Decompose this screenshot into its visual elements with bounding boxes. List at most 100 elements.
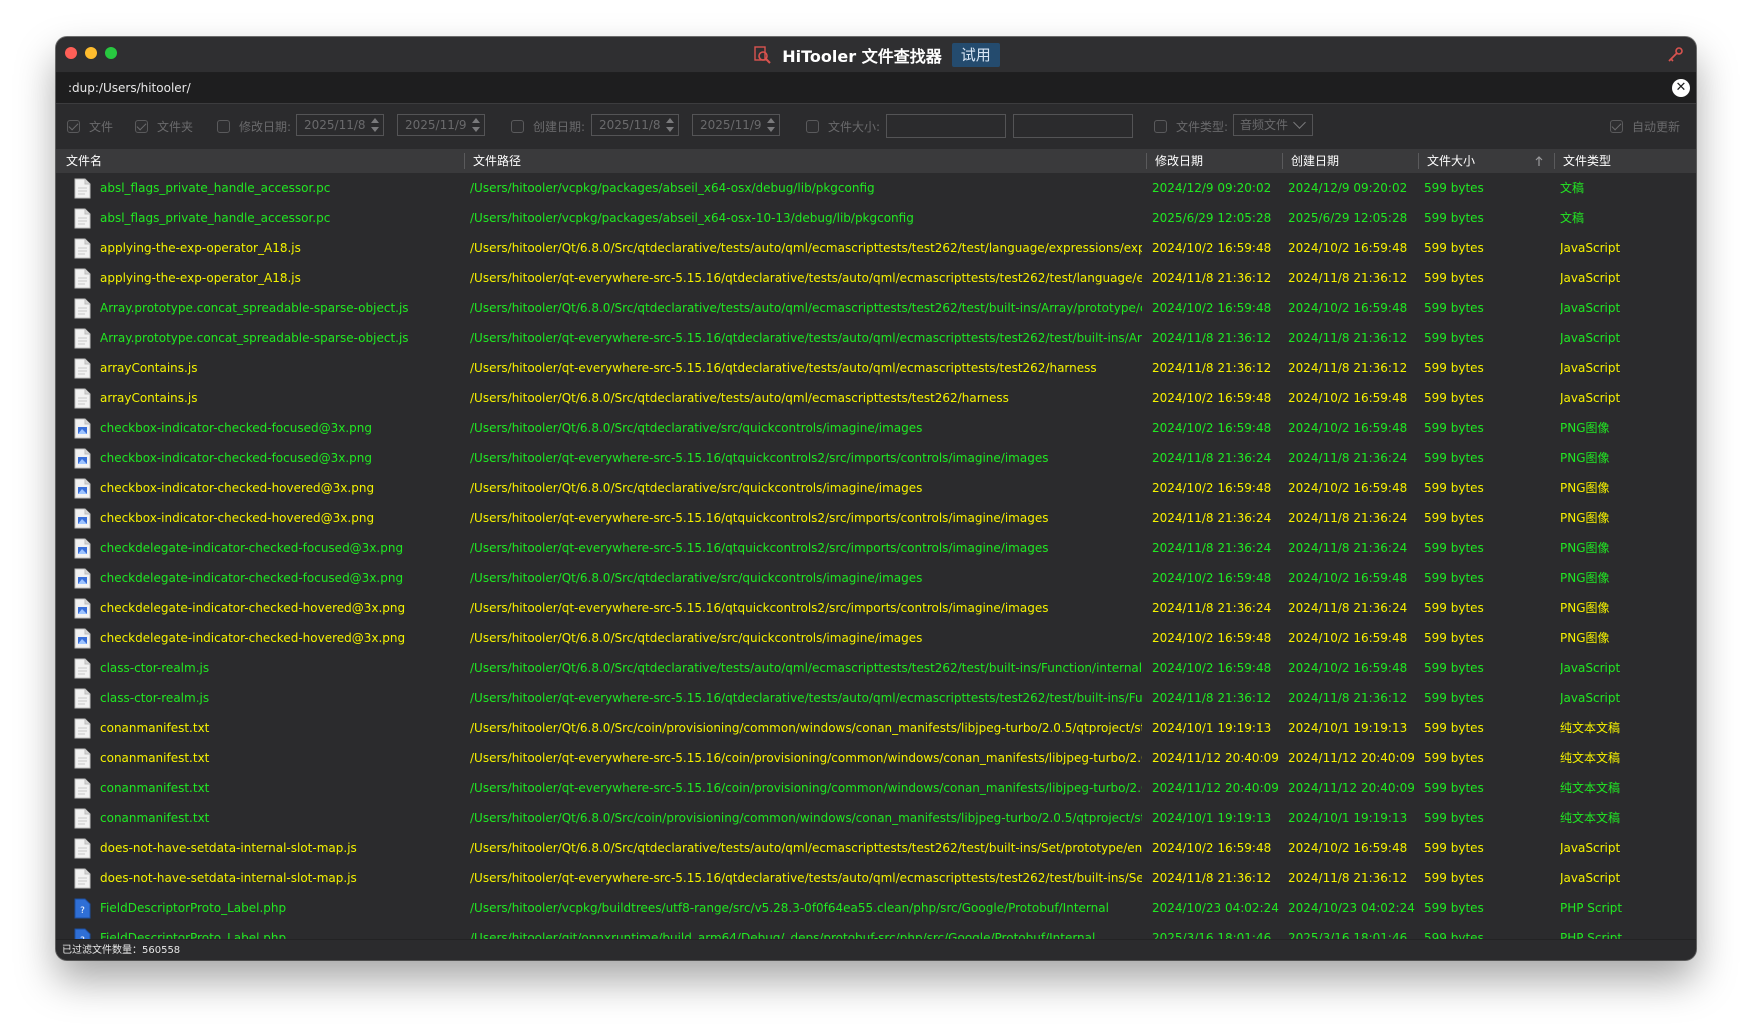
created-to-date[interactable]: 2025/11/9	[692, 114, 780, 136]
filter-file[interactable]: 文件	[67, 104, 113, 148]
cell-created: 2024/11/8 21:36:24	[1288, 451, 1408, 465]
cell-size: 599 bytes	[1424, 481, 1484, 495]
column-header-path[interactable]: 文件路径	[469, 149, 1069, 173]
stepper-icon[interactable]	[370, 116, 380, 134]
cell-name: checkbox-indicator-checked-focused@3x.pn…	[100, 451, 372, 465]
cell-name: absl_flags_private_handle_accessor.pc	[100, 181, 331, 195]
auto-refresh-checkbox[interactable]	[1610, 119, 1623, 133]
column-header-created[interactable]: 创建日期	[1287, 149, 1417, 173]
table-row[interactable]: absl_flags_private_handle_accessor.pc/Us…	[56, 173, 1696, 203]
cell-name: conanmanifest.txt	[100, 751, 210, 765]
cell-modified: 2024/11/8 21:36:12	[1152, 691, 1272, 705]
modified-from-value: 2025/11/8	[304, 118, 366, 132]
column-divider[interactable]	[1282, 153, 1283, 169]
doc-icon	[74, 208, 91, 229]
table-row[interactable]: arrayContains.js/Users/hitooler/Qt/6.8.0…	[56, 383, 1696, 413]
table-row[interactable]: absl_flags_private_handle_accessor.pc/Us…	[56, 203, 1696, 233]
stepper-icon[interactable]	[665, 116, 675, 134]
trial-badge[interactable]: 试用	[951, 42, 1000, 67]
auto-refresh-label: 自动更新	[1632, 119, 1681, 134]
folder-checkbox[interactable]	[135, 119, 148, 133]
filter-type[interactable]: 文件类型:	[1154, 104, 1228, 148]
table-row[interactable]: checkdelegate-indicator-checked-focused@…	[56, 563, 1696, 593]
cell-modified: 2024/10/1 19:19:13	[1152, 721, 1272, 735]
table-row[interactable]: checkdelegate-indicator-checked-focused@…	[56, 533, 1696, 563]
table-row[interactable]: conanmanifest.txt/Users/hitooler/Qt/6.8.…	[56, 803, 1696, 833]
cell-created: 2024/10/1 19:19:13	[1288, 721, 1408, 735]
key-icon[interactable]	[1666, 46, 1684, 64]
filter-modified[interactable]: 修改日期:	[217, 104, 291, 148]
table-row[interactable]: class-ctor-realm.js/Users/hitooler/Qt/6.…	[56, 653, 1696, 683]
cell-path: /Users/hitooler/vcpkg/packages/abseil_x6…	[470, 211, 914, 225]
column-divider[interactable]	[1146, 153, 1147, 169]
cell-modified: 2025/6/29 12:05:28	[1152, 211, 1272, 225]
table-row[interactable]: conanmanifest.txt/Users/hitooler/Qt/6.8.…	[56, 713, 1696, 743]
modified-date-checkbox[interactable]	[217, 119, 230, 133]
cell-created: 2024/10/2 16:59:48	[1288, 301, 1408, 315]
table-row[interactable]: checkbox-indicator-checked-focused@3x.pn…	[56, 413, 1696, 443]
sort-ascending-icon[interactable]	[1534, 155, 1544, 167]
table-row[interactable]: arrayContains.js/Users/hitooler/qt-every…	[56, 353, 1696, 383]
cell-name: Array.prototype.concat_spreadable-sparse…	[100, 331, 409, 345]
file-list[interactable]: absl_flags_private_handle_accessor.pc/Us…	[56, 173, 1696, 960]
stepper-icon[interactable]	[766, 116, 776, 134]
image-icon	[74, 478, 91, 499]
filter-folder[interactable]: 文件夹	[135, 104, 193, 148]
created-date-checkbox[interactable]	[511, 119, 524, 133]
modified-to-date[interactable]: 2025/11/9	[397, 114, 485, 136]
column-divider[interactable]	[464, 153, 465, 169]
file-type-checkbox[interactable]	[1154, 119, 1167, 133]
table-row[interactable]: checkdelegate-indicator-checked-hovered@…	[56, 623, 1696, 653]
table-row[interactable]: does-not-have-setdata-internal-slot-map.…	[56, 863, 1696, 893]
cell-name: checkdelegate-indicator-checked-hovered@…	[100, 631, 406, 645]
close-icon: ✕	[1675, 80, 1687, 95]
table-row[interactable]: checkdelegate-indicator-checked-hovered@…	[56, 593, 1696, 623]
table-row[interactable]: checkbox-indicator-checked-hovered@3x.pn…	[56, 503, 1696, 533]
table-row[interactable]: checkbox-indicator-checked-focused@3x.pn…	[56, 443, 1696, 473]
table-row[interactable]: checkbox-indicator-checked-hovered@3x.pn…	[56, 473, 1696, 503]
cell-modified: 2024/10/2 16:59:48	[1152, 661, 1272, 675]
table-row[interactable]: applying-the-exp-operator_A18.js/Users/h…	[56, 233, 1696, 263]
column-header-name[interactable]: 文件名	[62, 149, 462, 173]
file-type-select[interactable]: 音频文件	[1233, 114, 1313, 136]
column-divider[interactable]	[1418, 153, 1419, 169]
cell-modified: 2024/11/8 21:36:12	[1152, 271, 1272, 285]
table-row[interactable]: Array.prototype.concat_spreadable-sparse…	[56, 323, 1696, 353]
size-max-input[interactable]	[1013, 114, 1133, 138]
filtered-count-text: 已过滤文件数量：560558	[62, 945, 181, 956]
file-size-checkbox[interactable]	[806, 119, 819, 133]
filter-auto-refresh[interactable]: 自动更新	[1610, 104, 1680, 148]
file-checkbox[interactable]	[67, 119, 80, 133]
column-header-size[interactable]: 文件大小	[1423, 149, 1533, 173]
created-from-date[interactable]: 2025/11/8	[591, 114, 679, 136]
table-row[interactable]: Array.prototype.concat_spreadable-sparse…	[56, 293, 1696, 323]
cell-type: JavaScript	[1560, 691, 1621, 705]
column-header-modified[interactable]: 修改日期	[1151, 149, 1281, 173]
table-row[interactable]: class-ctor-realm.js/Users/hitooler/qt-ev…	[56, 683, 1696, 713]
table-row[interactable]: ? FieldDescriptorProto_Label.php/Users/hi…	[56, 893, 1696, 923]
table-row[interactable]: applying-the-exp-operator_A18.js/Users/h…	[56, 263, 1696, 293]
cell-modified: 2024/11/8 21:36:12	[1152, 331, 1272, 345]
table-row[interactable]: conanmanifest.txt/Users/hitooler/qt-ever…	[56, 743, 1696, 773]
filter-created[interactable]: 创建日期:	[511, 104, 585, 148]
column-header-type[interactable]: 文件类型	[1559, 149, 1689, 173]
size-min-input[interactable]	[886, 114, 1006, 138]
app-logo-icon	[754, 45, 771, 64]
filter-size[interactable]: 文件大小:	[806, 104, 880, 148]
table-row[interactable]: does-not-have-setdata-internal-slot-map.…	[56, 833, 1696, 863]
cell-path: /Users/hitooler/vcpkg/buildtrees/utf8-ra…	[470, 901, 1109, 915]
stepper-icon[interactable]	[471, 116, 481, 134]
column-divider[interactable]	[1554, 153, 1555, 169]
cell-size: 599 bytes	[1424, 511, 1484, 525]
modified-to-value: 2025/11/9	[405, 118, 467, 132]
doc-icon	[74, 388, 91, 409]
cell-name: does-not-have-setdata-internal-slot-map.…	[100, 841, 357, 855]
cell-size: 599 bytes	[1424, 181, 1484, 195]
cell-path: /Users/hitooler/Qt/6.8.0/Src/coin/provis…	[470, 721, 1142, 735]
cell-modified: 2024/11/8 21:36:24	[1152, 601, 1272, 615]
table-row[interactable]: conanmanifest.txt/Users/hitooler/qt-ever…	[56, 773, 1696, 803]
cell-modified: 2024/11/8 21:36:24	[1152, 541, 1272, 555]
clear-search-button[interactable]: ✕	[1672, 79, 1690, 97]
modified-from-date[interactable]: 2025/11/8	[296, 114, 384, 136]
path-search-input[interactable]	[68, 73, 1628, 103]
